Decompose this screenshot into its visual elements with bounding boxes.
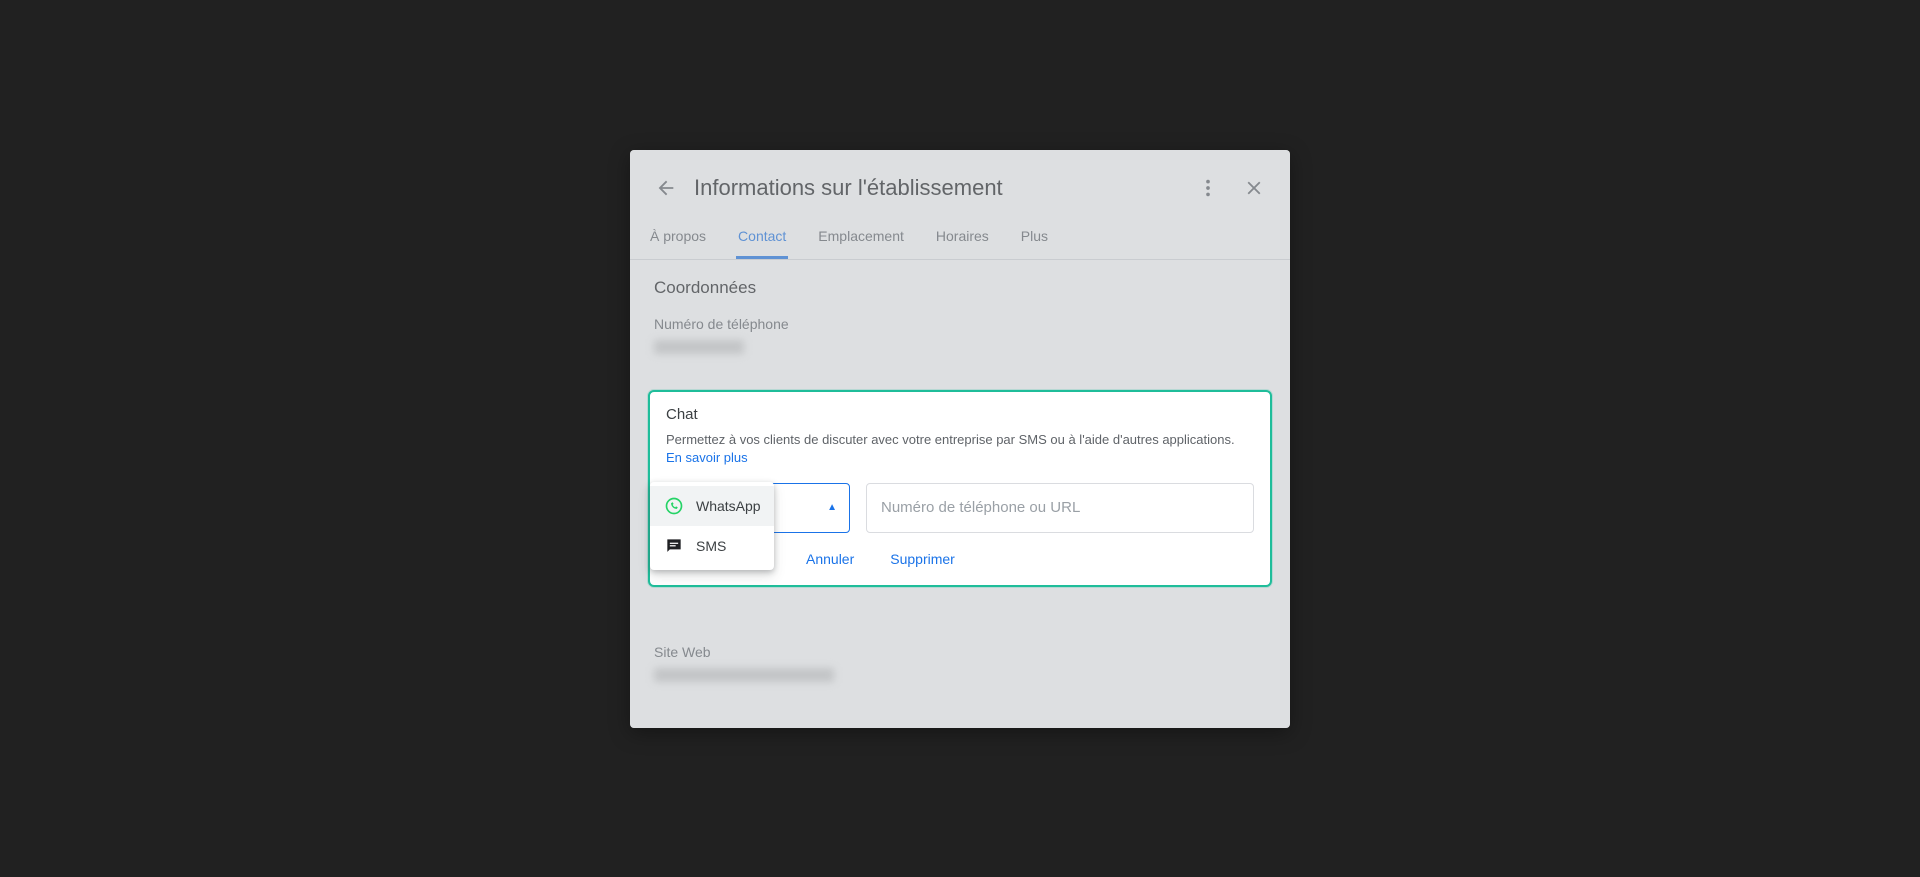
header-actions [1190, 170, 1272, 206]
website-value-redacted [654, 668, 834, 682]
cancel-button[interactable]: Annuler [806, 551, 854, 567]
chat-description: Permettez à vos clients de discuter avec… [666, 432, 1235, 447]
chat-provider-dropdown[interactable]: ▲ WhatsApp SMS [666, 483, 850, 533]
more-button[interactable] [1190, 170, 1226, 206]
chat-input-row: ▲ WhatsApp SMS [666, 483, 1254, 533]
tab-more[interactable]: Plus [1019, 216, 1050, 259]
phone-label: Numéro de téléphone [654, 316, 1266, 332]
caret-up-icon: ▲ [827, 502, 837, 513]
menu-item-label: WhatsApp [696, 498, 761, 514]
close-icon [1243, 177, 1265, 199]
sms-icon [664, 536, 684, 556]
back-button[interactable] [648, 170, 684, 206]
whatsapp-icon [664, 496, 684, 516]
tab-about[interactable]: À propos [648, 216, 708, 259]
close-button[interactable] [1236, 170, 1272, 206]
provider-menu: WhatsApp SMS [650, 482, 774, 570]
chat-title: Chat [666, 406, 1254, 423]
chat-learn-more-link[interactable]: En savoir plus [666, 450, 748, 465]
arrow-back-icon [655, 177, 677, 199]
menu-item-sms[interactable]: SMS [650, 526, 774, 566]
tab-location[interactable]: Emplacement [816, 216, 906, 259]
phone-value-redacted [654, 340, 744, 354]
panel-title: Informations sur l'établissement [694, 175, 1190, 201]
tab-contact[interactable]: Contact [736, 216, 788, 259]
menu-item-whatsapp[interactable]: WhatsApp [650, 486, 774, 526]
menu-item-label: SMS [696, 538, 726, 554]
chat-value-input[interactable] [866, 483, 1254, 533]
tab-bar: À propos Contact Emplacement Horaires Pl… [630, 216, 1290, 260]
tab-hours[interactable]: Horaires [934, 216, 991, 259]
chat-card: Chat Permettez à vos clients de discuter… [648, 390, 1272, 587]
business-info-panel: Informations sur l'établissement À propo… [630, 150, 1290, 728]
delete-button[interactable]: Supprimer [890, 551, 955, 567]
more-vert-icon [1197, 177, 1219, 199]
website-label: Site Web [654, 644, 1266, 660]
website-section: Site Web [654, 644, 1266, 682]
section-title: Coordonnées [654, 278, 1266, 298]
panel-header: Informations sur l'établissement [630, 150, 1290, 216]
